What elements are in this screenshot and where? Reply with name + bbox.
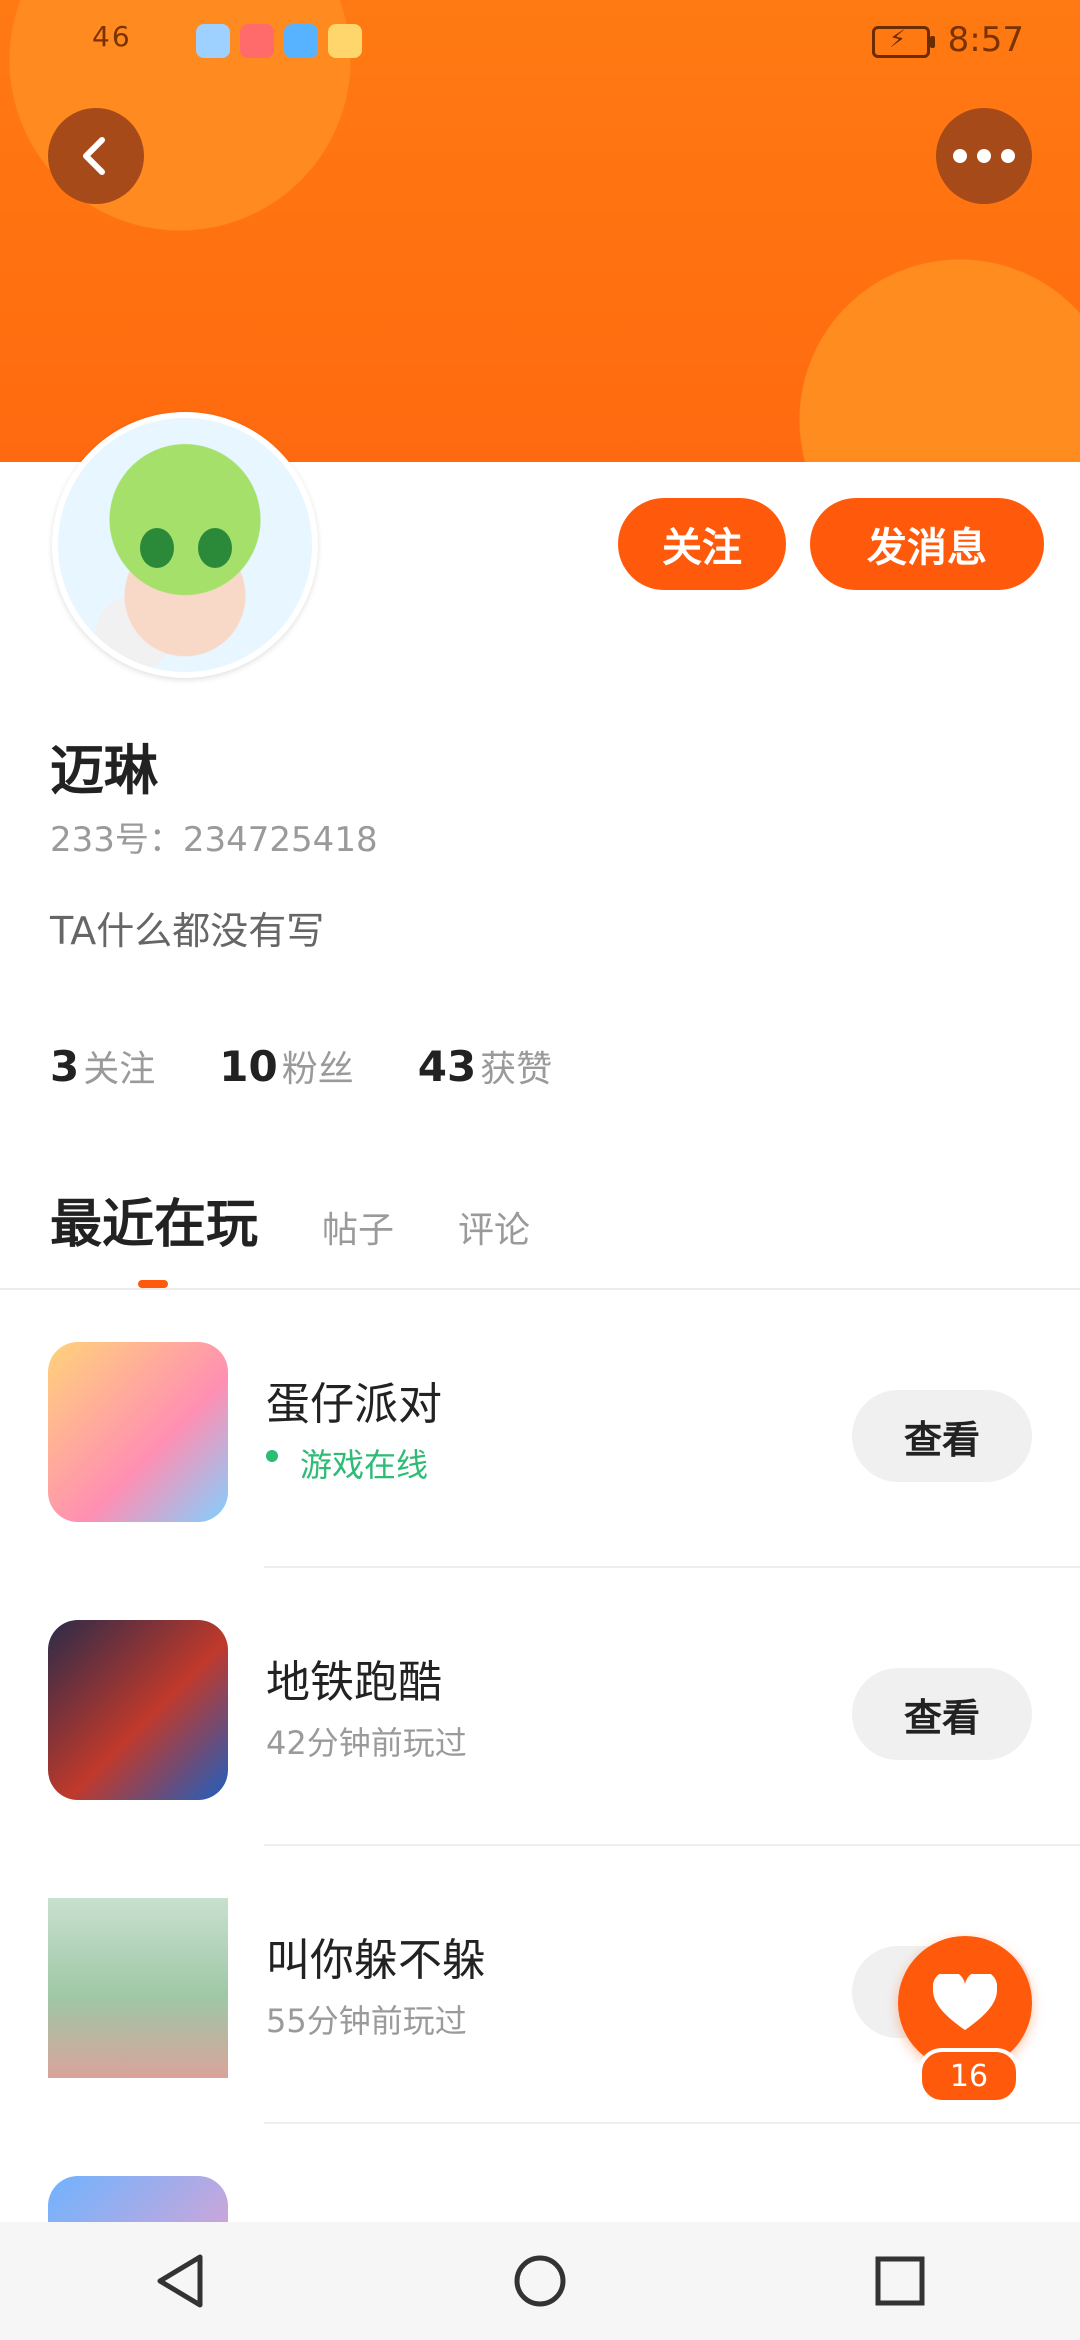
tab-comments[interactable]: 评论 [458,1201,530,1253]
game-icon [48,1898,228,2078]
avatar[interactable] [52,412,318,678]
tab-recent-playing[interactable]: 最近在玩 [50,1182,258,1257]
stat-fans[interactable]: 10 粉丝 [219,1040,353,1092]
active-tab-indicator [138,1280,168,1288]
back-button[interactable] [48,108,144,204]
profile-header-banner: 46 ⚡ 8:57 [0,0,1080,462]
nav-home-icon [514,2255,566,2307]
stat-label: 粉丝 [281,1049,354,1090]
stat-label: 获赞 [480,1049,553,1090]
more-button[interactable] [936,108,1032,204]
battery-icon: ⚡ [872,25,935,58]
list-item[interactable]: 蛋仔派对 游戏在线 查看 [0,1290,1080,1568]
stat-number: 10 [219,1042,278,1091]
view-button[interactable]: 查看 [852,1390,1032,1482]
send-message-button[interactable]: 发消息 [810,498,1044,590]
tab-posts[interactable]: 帖子 [322,1201,394,1253]
nav-back-button[interactable] [120,2222,240,2340]
clock: 8:57 [947,20,1024,60]
notification-app-icon [196,24,230,58]
game-title: 地铁跑酷 [266,1657,442,1708]
profile-stats: 3 关注 10 粉丝 43 获赞 [50,1040,552,1092]
avatar-eye [198,528,232,568]
nav-back-icon [157,2254,203,2308]
game-status: 游戏在线 [300,1446,429,1484]
list-item[interactable]: 地铁跑酷 42分钟前玩过 查看 [0,1568,1080,1846]
game-title: 蛋仔派对 [266,1379,442,1430]
profile-bio: TA什么都没有写 [50,909,325,953]
heart-icon [933,1974,997,2030]
game-title: 叫你躲不躲 [266,1935,486,1986]
stat-likes[interactable]: 43 获赞 [418,1040,552,1092]
stat-following[interactable]: 3 关注 [50,1040,155,1092]
status-app-icons [196,24,362,58]
user-id: 233号：234725418 [50,820,378,860]
profile-name: 迈琳 [50,739,158,802]
follow-button[interactable]: 关注 [618,498,786,590]
more-icon [953,149,1015,163]
system-navigation-bar [0,2222,1080,2340]
game-status: 42分钟前玩过 [266,1724,467,1762]
network-indicator: 46 [92,20,132,53]
view-button[interactable]: 查看 [852,1668,1032,1760]
stat-number: 3 [50,1042,80,1091]
list-item[interactable] [0,2124,1080,2222]
nav-home-button[interactable] [480,2222,600,2340]
stat-number: 43 [417,1042,477,1091]
notification-app-icon [284,24,318,58]
notification-app-icon [240,24,274,58]
game-icon [48,1342,228,1522]
avatar-eye [140,528,174,568]
online-status-icon [266,1450,278,1462]
stat-label: 关注 [83,1049,156,1090]
notification-app-icon [328,24,362,58]
like-count-badge: 16 [918,2048,1020,2104]
back-icon [83,137,105,175]
game-icon [48,2176,228,2222]
nav-recents-icon [875,2256,925,2306]
game-icon [48,1620,228,1800]
nav-recents-button[interactable] [840,2222,960,2340]
game-status: 55分钟前玩过 [266,2002,467,2040]
content-tabs: 最近在玩 帖子 评论 [50,1182,530,1257]
